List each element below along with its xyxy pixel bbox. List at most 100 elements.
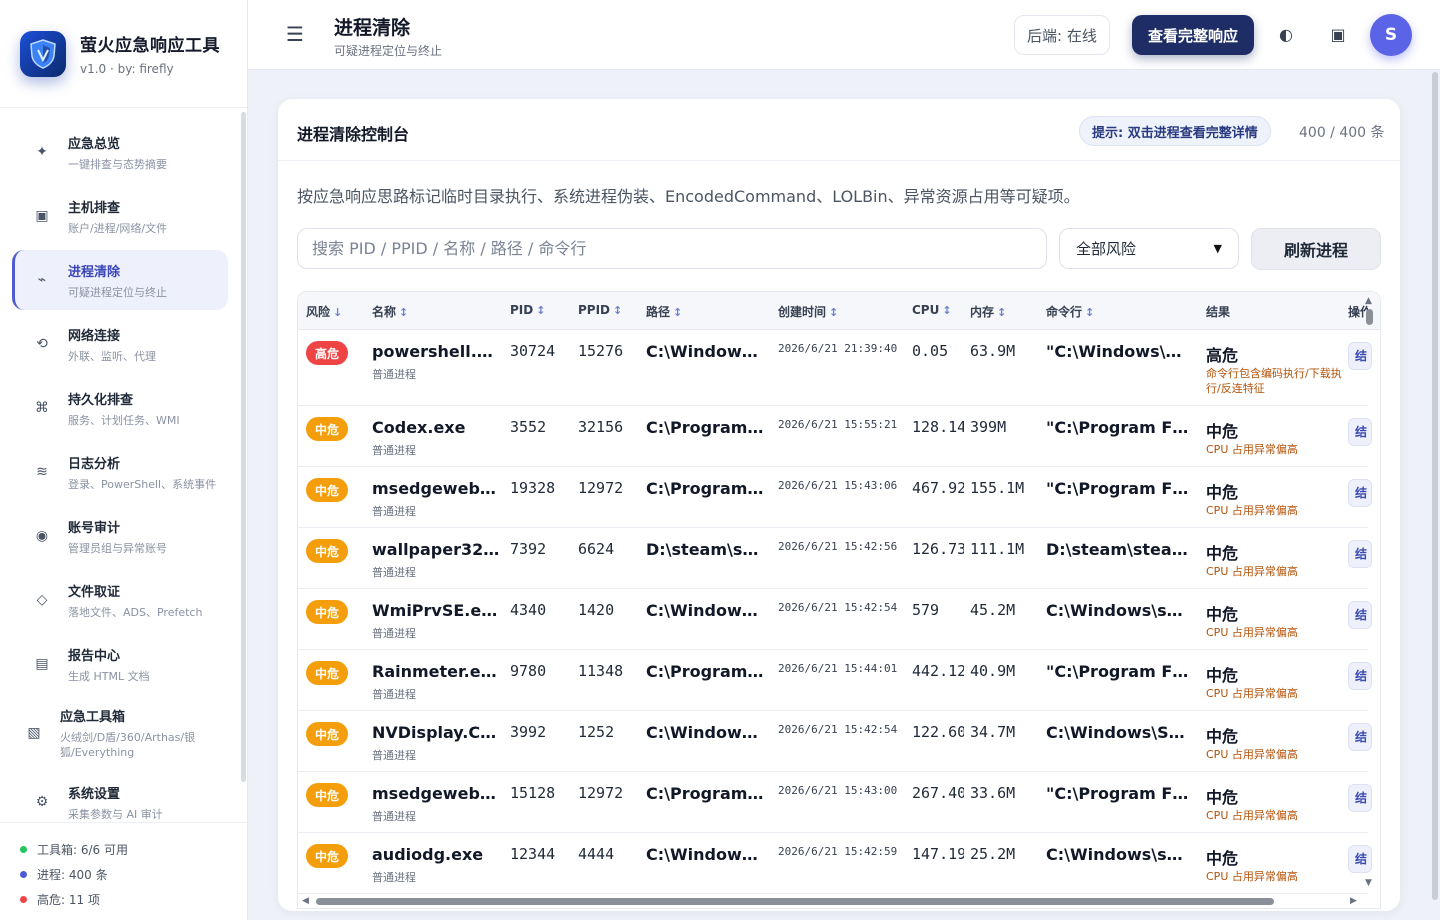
process-console-card: 进程清除控制台 提示: 双击进程查看完整详情 400 / 400 条 按应急响应… xyxy=(278,99,1400,911)
pid-cell: 7392 xyxy=(510,540,547,558)
sidebar-item-label: 账号审计 xyxy=(68,520,121,536)
window-toggle-icon[interactable]: ▣ xyxy=(1326,22,1350,46)
search-input[interactable] xyxy=(297,228,1047,269)
process-name: msedgewebview2.exe xyxy=(372,784,500,803)
card-header: 进程清除控制台 提示: 双击进程查看完整详情 400 / 400 条 xyxy=(278,99,1400,161)
table-horizontal-scrollbar[interactable]: ◀ ▶ xyxy=(298,895,1362,907)
memory-cell: 25.2M xyxy=(970,845,1016,863)
sort-icon: ↕ xyxy=(942,304,952,317)
column-label: 内存 xyxy=(970,305,995,319)
column-label: 创建时间 xyxy=(778,305,827,319)
column-ppid[interactable]: PPID ↕ xyxy=(578,303,622,317)
scroll-right-icon[interactable]: ▶ xyxy=(1350,896,1357,906)
sort-icon: ↕ xyxy=(613,304,623,317)
column-risk[interactable]: 风险 ↓ xyxy=(306,303,342,320)
menu-icon[interactable]: ☰ xyxy=(286,22,304,46)
ppid-cell: 6624 xyxy=(578,540,615,558)
sidebar-item-label: 应急总览 xyxy=(68,136,121,152)
sidebar-item-host-check[interactable]: ▣ 主机排查 账户/进程/网络/文件 xyxy=(12,186,228,246)
sidebar-item-settings[interactable]: ⚙ 系统设置 采集参数与 AI 审计 xyxy=(12,772,228,822)
column-name[interactable]: 名称 ↕ xyxy=(372,303,408,320)
sidebar-item-accounts[interactable]: ◉ 账号审计 管理员组与异常账号 xyxy=(12,506,228,566)
risk-badge: 中危 xyxy=(306,722,349,746)
process-name: wallpaper32.exe xyxy=(372,540,500,559)
pid-cell: 12344 xyxy=(510,845,556,863)
table-row[interactable]: 中危 NVDisplay.Container.exe 普通进程 3992 1252 C:\… xyxy=(298,711,1372,772)
memory-cell: 34.7M xyxy=(970,723,1016,741)
column-created[interactable]: 创建时间 ↕ xyxy=(778,303,838,320)
view-full-response-button[interactable]: 查看完整响应 xyxy=(1132,15,1254,55)
refresh-processes-button[interactable]: 刷新进程 xyxy=(1251,228,1381,270)
result-level: 中危 xyxy=(1206,605,1239,624)
column-label: 命令行 xyxy=(1046,305,1083,319)
table-row[interactable]: 中危 wallpaper32.exe 普通进程 7392 6624 D:\steam\st… xyxy=(298,528,1372,589)
column-pid[interactable]: PID ↕ xyxy=(510,303,545,317)
sort-desc-icon: ↓ xyxy=(333,306,343,319)
sidebar-item-reports[interactable]: ▤ 报告中心 生成 HTML 文档 xyxy=(12,634,228,694)
table-row[interactable]: 中危 msedgewebview2.exe 普通进程 19328 12972 C:\Pro… xyxy=(298,467,1372,528)
risk-filter-select[interactable]: 全部风险 ▼ xyxy=(1059,228,1239,269)
record-count: 400 / 400 条 xyxy=(1299,125,1385,141)
sidebar-item-label: 主机排查 xyxy=(68,200,121,216)
cpu-cell: 442.12 xyxy=(912,662,964,680)
pid-cell: 3992 xyxy=(510,723,547,741)
sidebar-item-toolbox[interactable]: ▧ 应急工具箱 火绒剑/D盾/360/Arthas/银狐/Everything xyxy=(12,698,228,768)
card-description: 按应急响应思路标记临时目录执行、系统进程伪装、EncodedCommand、LO… xyxy=(297,187,1080,206)
ppid-cell: 1252 xyxy=(578,723,615,741)
table-row[interactable]: 高危 powershell.exe 普通进程 30724 15276 C:\Windows… xyxy=(298,330,1372,406)
process-icon: ⌁ xyxy=(37,272,47,288)
backend-status: 后端: 在线 xyxy=(1014,15,1110,55)
page-subtitle: 可疑进程定位与终止 xyxy=(334,44,443,58)
page-scrollbar[interactable] xyxy=(1432,72,1438,900)
ppid-cell: 12972 xyxy=(578,784,624,802)
created-time-cell: 2026/6/21 15:43:00 xyxy=(778,784,898,797)
sidebar-item-overview[interactable]: ✦ 应急总览 一键排查与态势摘要 xyxy=(12,122,228,182)
scroll-left-icon[interactable]: ◀ xyxy=(302,896,309,906)
scroll-thumb[interactable] xyxy=(316,898,1274,905)
risk-badge: 中危 xyxy=(306,478,349,502)
hint-badge: 提示: 双击进程查看完整详情 xyxy=(1079,116,1271,146)
risk-filter-value: 全部风险 xyxy=(1076,240,1137,258)
path-cell: C:\Windows\System32 xyxy=(646,601,764,620)
created-time-cell: 2026/6/21 15:42:56 xyxy=(778,540,898,553)
path-cell: C:\Windows\System32 xyxy=(646,723,764,742)
process-name: audiodg.exe xyxy=(372,845,484,864)
sidebar-scrollbar[interactable] xyxy=(241,112,246,782)
table-row[interactable]: 中危 msedgewebview2.exe 普通进程 15128 12972 C:\Pro… xyxy=(298,772,1372,833)
table-row[interactable]: 中危 Rainmeter.exe 普通进程 9780 11348 C:\Program F… xyxy=(298,650,1372,711)
scroll-thumb[interactable] xyxy=(1366,309,1373,325)
path-cell: C:\Program Files xyxy=(646,662,764,681)
sidebar-item-persistence[interactable]: ⌘ 持久化排查 服务、计划任务、WMI xyxy=(12,378,228,438)
column-memory[interactable]: 内存 ↕ xyxy=(970,303,1006,320)
process-name: powershell.exe xyxy=(372,342,500,361)
avatar[interactable]: S xyxy=(1370,14,1412,56)
path-cell: C:\Windows\System32 xyxy=(646,845,764,864)
table-row[interactable]: 中危 audiodg.exe 普通进程 12344 4444 C:\Windows\Sys… xyxy=(298,833,1372,894)
process-type: 普通进程 xyxy=(372,810,416,823)
sidebar-item-process-clean[interactable]: ⌁ 进程清除 可疑进程定位与终止 xyxy=(12,250,228,310)
result-level: 中危 xyxy=(1206,544,1239,563)
status-dot-icon xyxy=(20,846,27,853)
column-cpu[interactable]: CPU ↕ xyxy=(912,303,952,317)
cmdline-cell: C:\Windows\system32 xyxy=(1046,845,1192,864)
scroll-up-icon[interactable]: ▲ xyxy=(1365,296,1372,306)
sidebar-item-logs[interactable]: ≋ 日志分析 登录、PowerShell、系统事件 xyxy=(12,442,228,502)
path-cell: C:\Program Files xyxy=(646,418,764,437)
user-circle-icon: ◉ xyxy=(35,528,49,544)
sidebar-item-network[interactable]: ⟲ 网络连接 外联、监听、代理 xyxy=(12,314,228,374)
process-type: 普通进程 xyxy=(372,566,416,579)
cpu-cell: 467.92 xyxy=(912,479,964,497)
column-label: PPID xyxy=(578,303,611,317)
process-name: msedgewebview2.exe xyxy=(372,479,500,498)
column-cmdline[interactable]: 命令行 ↕ xyxy=(1046,303,1094,320)
table-row[interactable]: 中危 WmiPrvSE.exe 普通进程 4340 1420 C:\Windows\Sys… xyxy=(298,589,1372,650)
column-path[interactable]: 路径 ↕ xyxy=(646,303,682,320)
status-text: 进程: 400 条 xyxy=(37,868,108,882)
column-label: CPU xyxy=(912,303,940,317)
scroll-down-icon[interactable]: ▼ xyxy=(1365,878,1372,888)
theme-toggle-icon[interactable]: ◐ xyxy=(1274,22,1298,46)
table-vertical-scrollbar[interactable]: ▲ ▼ xyxy=(1363,296,1375,888)
network-icon: ⟲ xyxy=(36,336,48,352)
sidebar-item-forensics[interactable]: ◇ 文件取证 落地文件、ADS、Prefetch xyxy=(12,570,228,630)
table-row[interactable]: 中危 Codex.exe 普通进程 3552 32156 C:\Program Files… xyxy=(298,406,1372,467)
